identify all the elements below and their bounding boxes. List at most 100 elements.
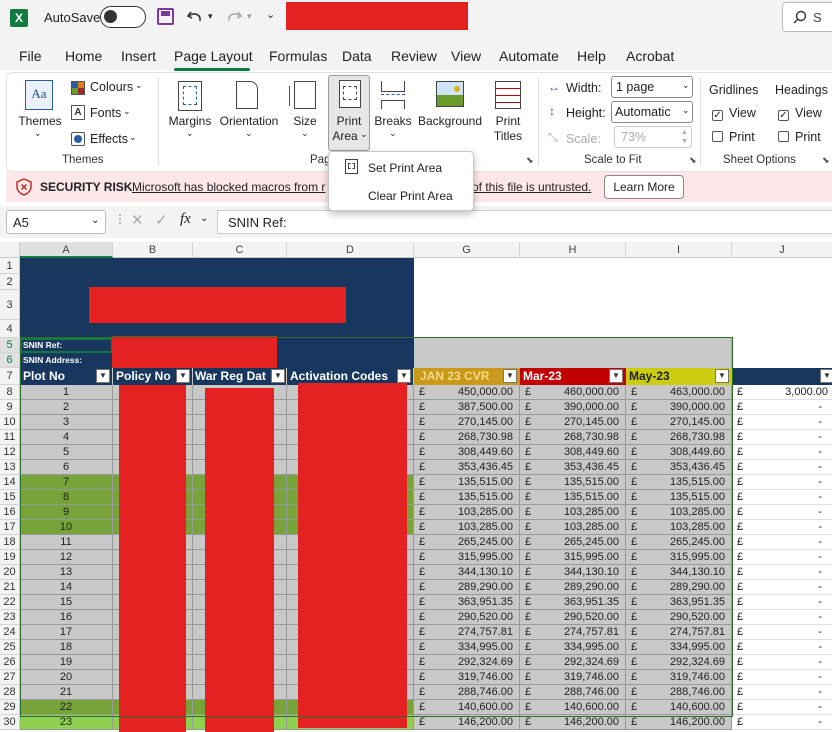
row-header[interactable]: 11 bbox=[0, 430, 20, 445]
j-value-cell[interactable]: £ - bbox=[732, 520, 832, 535]
row-header[interactable]: 21 bbox=[0, 580, 20, 595]
i-value-cell[interactable]: £308,449.60 bbox=[626, 445, 732, 460]
j-value-cell[interactable]: £ - bbox=[732, 640, 832, 655]
h-value-cell[interactable]: £334,995.00 bbox=[520, 640, 626, 655]
row-header[interactable]: 26 bbox=[0, 655, 20, 670]
g-value-cell[interactable]: £353,436.45 bbox=[414, 460, 520, 475]
security-message-link[interactable]: Microsoft has blocked macros from r bbox=[132, 180, 325, 194]
g-value-cell[interactable]: £265,245.00 bbox=[414, 535, 520, 550]
column-header-j[interactable]: J bbox=[732, 242, 832, 258]
gridlines-view-checkbox[interactable]: ✓ View bbox=[712, 106, 756, 121]
security-message-end[interactable]: of this file is untrusted. bbox=[472, 180, 591, 194]
h-value-cell[interactable]: £270,145.00 bbox=[520, 415, 626, 430]
h-value-cell[interactable]: £363,951.35 bbox=[520, 595, 626, 610]
row-header[interactable]: 22 bbox=[0, 595, 20, 610]
plot-cell[interactable]: 4 bbox=[20, 430, 113, 445]
redo-icon[interactable] bbox=[225, 8, 243, 26]
row-header[interactable]: 9 bbox=[0, 400, 20, 415]
undo-dropdown-icon[interactable]: ▾ bbox=[208, 11, 213, 22]
i-value-cell[interactable]: £274,757.81 bbox=[626, 625, 732, 640]
orientation-button[interactable]: Orientation ⌄ bbox=[218, 78, 280, 144]
plot-cell[interactable]: 6 bbox=[20, 460, 113, 475]
plot-cell[interactable]: 3 bbox=[20, 415, 113, 430]
row-header[interactable]: 19 bbox=[0, 550, 20, 565]
size-button[interactable]: Size ⌄ bbox=[288, 78, 322, 144]
row-header[interactable]: 13 bbox=[0, 460, 20, 475]
cancel-icon[interactable]: ✕ bbox=[131, 211, 144, 229]
scale-to-fit-launcher-icon[interactable]: ⬊ bbox=[689, 155, 697, 166]
j-value-cell[interactable]: £ - bbox=[732, 625, 832, 640]
h-value-cell[interactable]: £288,746.00 bbox=[520, 685, 626, 700]
clear-print-area-item[interactable]: Clear Print Area bbox=[332, 183, 470, 209]
h-value-cell[interactable]: £308,449.60 bbox=[520, 445, 626, 460]
row-header[interactable]: 4 bbox=[0, 320, 20, 338]
g-value-cell[interactable]: £344,130.10 bbox=[414, 565, 520, 580]
plot-cell[interactable]: 9 bbox=[20, 505, 113, 520]
g-value-cell[interactable]: £334,995.00 bbox=[414, 640, 520, 655]
i-value-cell[interactable]: £334,995.00 bbox=[626, 640, 732, 655]
filter-dropdown-icon[interactable]: ▼ bbox=[397, 369, 411, 383]
j-value-cell[interactable]: £ - bbox=[732, 655, 832, 670]
formula-bar-splitter-icon[interactable]: ⋮ bbox=[114, 212, 126, 226]
g-value-cell[interactable]: £450,000.00 bbox=[414, 385, 520, 400]
h-value-cell[interactable]: £315,995.00 bbox=[520, 550, 626, 565]
row-header[interactable]: 10 bbox=[0, 415, 20, 430]
filter-dropdown-icon[interactable]: ▼ bbox=[176, 369, 190, 383]
search-box[interactable]: S bbox=[782, 2, 832, 32]
filter-dropdown-icon[interactable]: ▼ bbox=[503, 369, 517, 383]
h-value-cell[interactable]: £290,520.00 bbox=[520, 610, 626, 625]
effects-button[interactable]: Effects ⌄ bbox=[69, 130, 149, 150]
tab-page-layout[interactable]: Page Layout bbox=[174, 48, 253, 64]
plot-cell[interactable]: 11 bbox=[20, 535, 113, 550]
g-value-cell[interactable]: £289,290.00 bbox=[414, 580, 520, 595]
g-value-cell[interactable]: £140,600.00 bbox=[414, 700, 520, 715]
j-value-cell[interactable]: £ - bbox=[732, 460, 832, 475]
row-header[interactable]: 1 bbox=[0, 258, 20, 274]
width-select[interactable]: 1 page ⌄ bbox=[611, 76, 693, 98]
select-all-corner[interactable] bbox=[0, 242, 20, 258]
header-cell-policy[interactable]: Policy No ▼ bbox=[113, 368, 193, 385]
row-header[interactable]: 5 bbox=[0, 338, 20, 353]
row-header[interactable]: 28 bbox=[0, 685, 20, 700]
column-header-g[interactable]: G bbox=[414, 242, 520, 258]
i-value-cell[interactable]: £140,600.00 bbox=[626, 700, 732, 715]
i-value-cell[interactable]: £390,000.00 bbox=[626, 400, 732, 415]
autosave-toggle[interactable] bbox=[100, 6, 146, 28]
h-value-cell[interactable]: £268,730.98 bbox=[520, 430, 626, 445]
i-value-cell[interactable]: £319,746.00 bbox=[626, 670, 732, 685]
learn-more-button[interactable]: Learn More bbox=[604, 175, 684, 199]
row-header[interactable]: 8 bbox=[0, 385, 20, 400]
j-value-cell[interactable]: £ - bbox=[732, 715, 832, 730]
fonts-button[interactable]: A Fonts ⌄ bbox=[69, 104, 149, 124]
themes-button[interactable]: Aa Themes ⌄ bbox=[18, 78, 62, 144]
row-header[interactable]: 16 bbox=[0, 505, 20, 520]
j-value-cell[interactable]: £ - bbox=[732, 580, 832, 595]
j-value-cell[interactable]: £ - bbox=[732, 475, 832, 490]
g-value-cell[interactable]: £319,746.00 bbox=[414, 670, 520, 685]
i-value-cell[interactable]: £290,520.00 bbox=[626, 610, 732, 625]
set-print-area-item[interactable]: Set Print Area bbox=[332, 155, 470, 181]
g-value-cell[interactable]: £268,730.98 bbox=[414, 430, 520, 445]
enter-icon[interactable]: ✓ bbox=[155, 211, 168, 229]
h-value-cell[interactable]: £146,200.00 bbox=[520, 715, 626, 730]
h-value-cell[interactable]: £140,600.00 bbox=[520, 700, 626, 715]
background-button[interactable]: Background bbox=[416, 78, 484, 144]
snin-address-label[interactable]: SNIN Address: bbox=[23, 355, 82, 365]
header-cell-jan[interactable]: JAN 23 CVR ▼ bbox=[414, 368, 520, 385]
tab-automate[interactable]: Automate bbox=[499, 48, 559, 64]
i-value-cell[interactable]: £103,285.00 bbox=[626, 505, 732, 520]
i-value-cell[interactable]: £344,130.10 bbox=[626, 565, 732, 580]
tab-acrobat[interactable]: Acrobat bbox=[626, 48, 674, 64]
plot-cell[interactable]: 19 bbox=[20, 655, 113, 670]
formula-input[interactable]: SNIN Ref: bbox=[217, 210, 832, 234]
g-value-cell[interactable]: £290,520.00 bbox=[414, 610, 520, 625]
breaks-button[interactable]: Breaks ⌄ bbox=[372, 78, 414, 144]
row-header[interactable]: 18 bbox=[0, 535, 20, 550]
height-select[interactable]: Automatic ⌄ bbox=[611, 101, 693, 123]
undo-icon[interactable] bbox=[186, 8, 204, 26]
column-header-d[interactable]: D bbox=[287, 242, 414, 258]
h-value-cell[interactable]: £344,130.10 bbox=[520, 565, 626, 580]
g-value-cell[interactable]: £135,515.00 bbox=[414, 490, 520, 505]
h-value-cell[interactable]: £265,245.00 bbox=[520, 535, 626, 550]
h-value-cell[interactable]: £289,290.00 bbox=[520, 580, 626, 595]
